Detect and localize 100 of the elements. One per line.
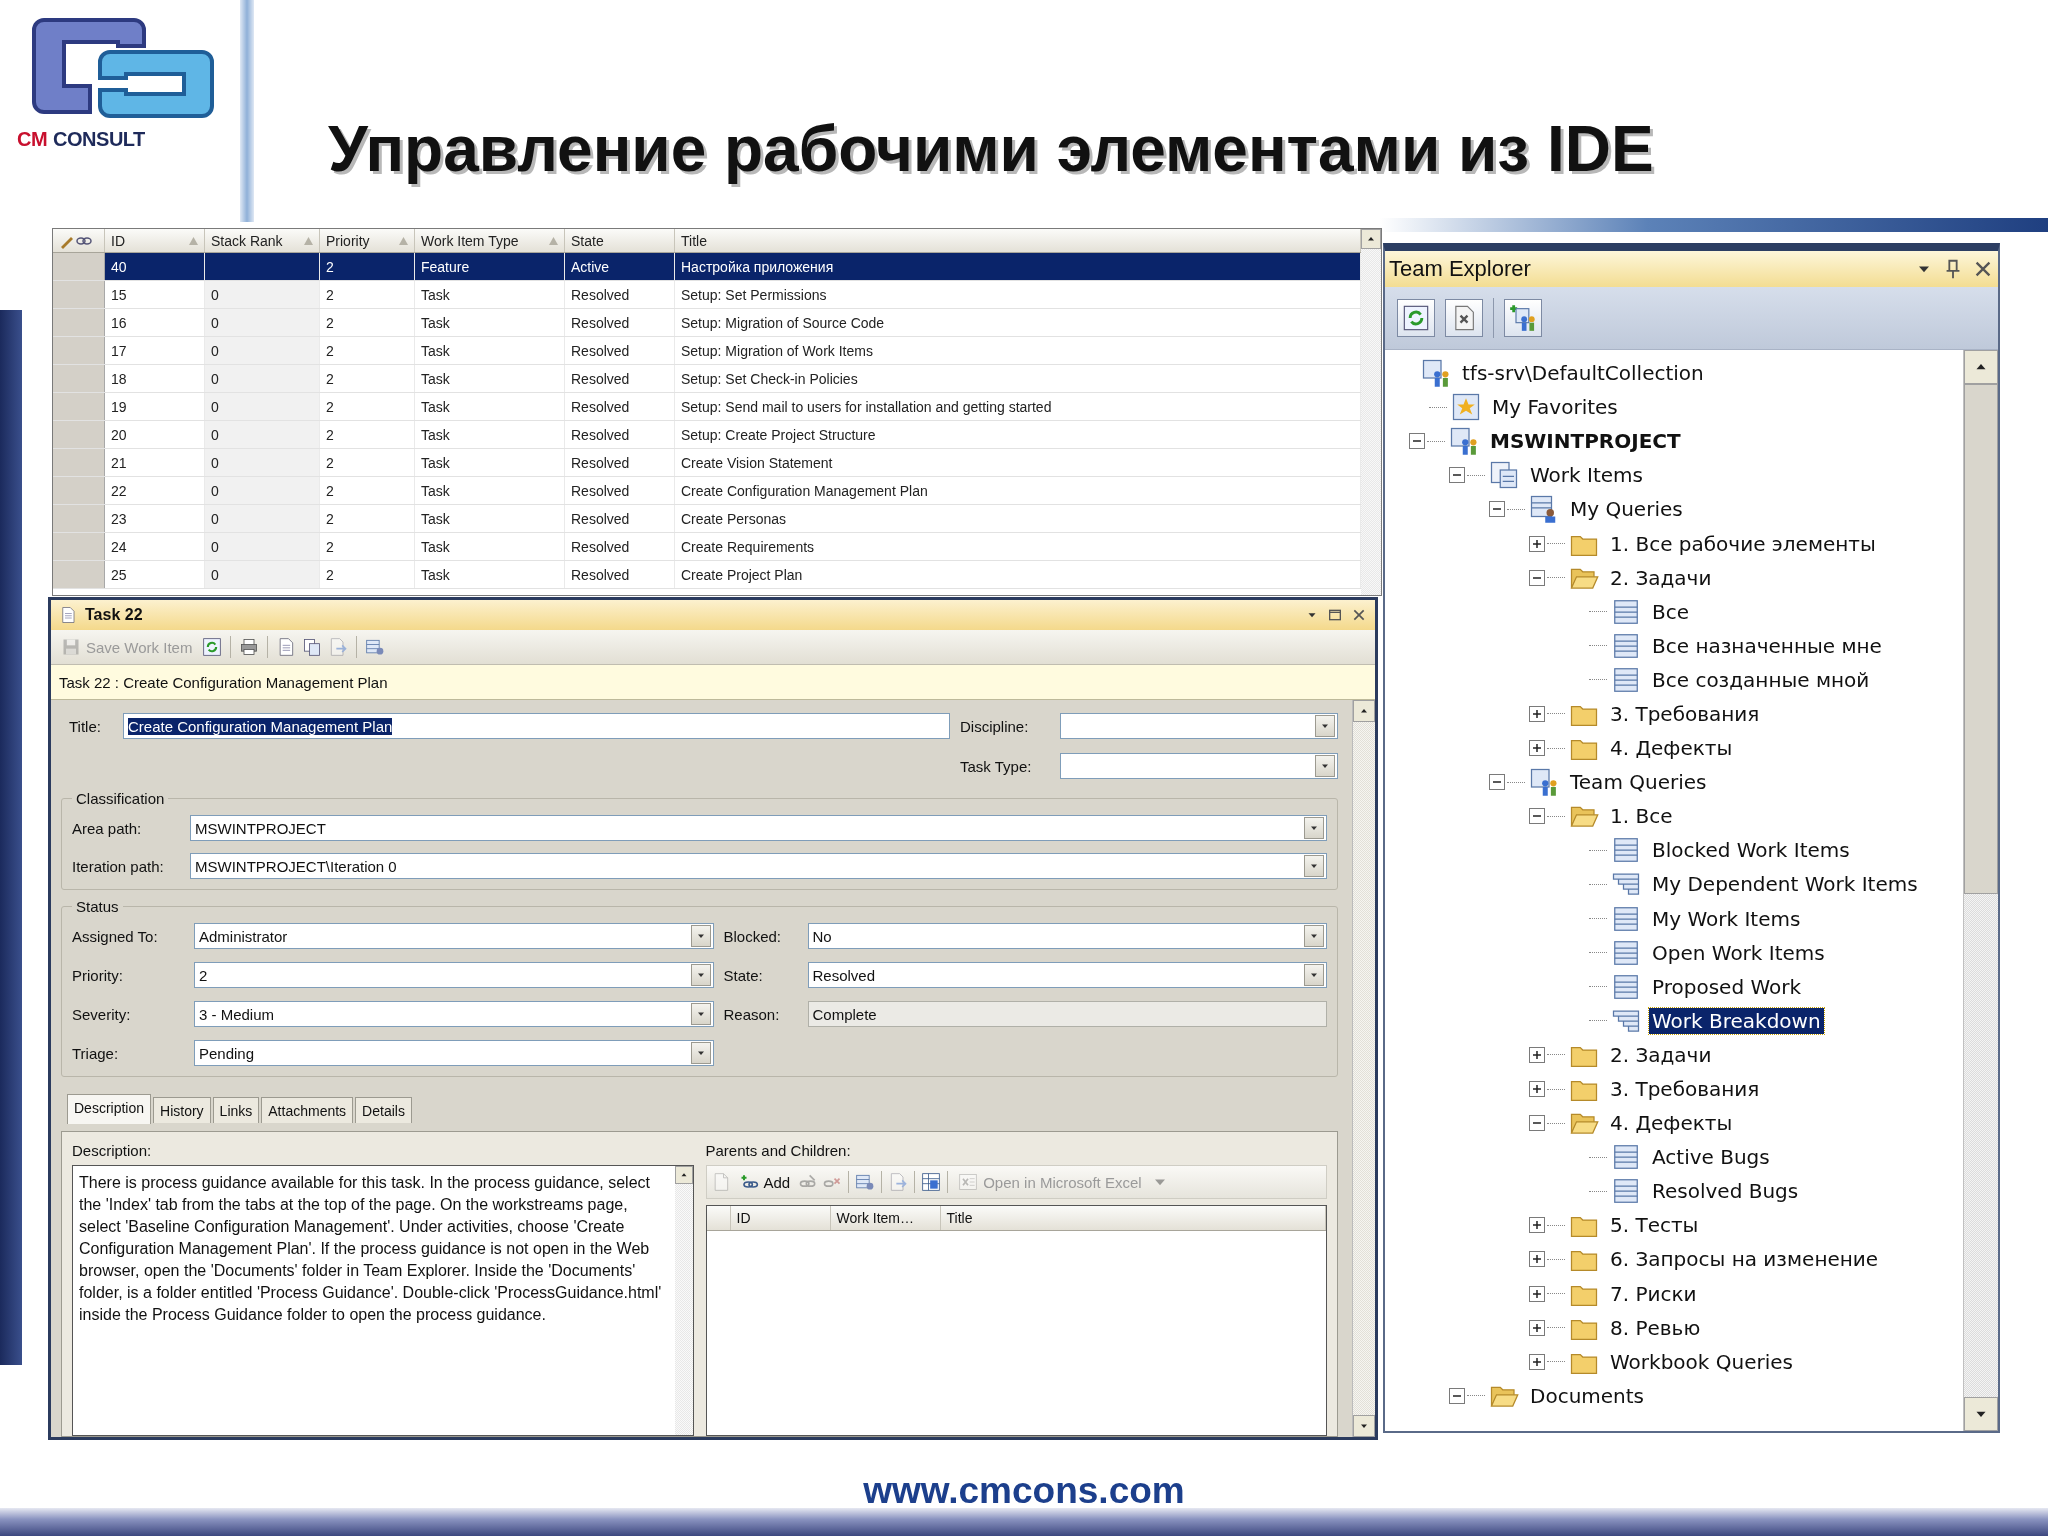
scrollbar[interactable] [1352,700,1375,1437]
tree-item[interactable]: My Work Items [1649,905,1804,932]
tree-item[interactable]: Proposed Work [1649,973,1805,1000]
tree-item[interactable]: Workbook Queries [1607,1348,1796,1375]
dropdown-field[interactable] [1060,753,1338,779]
tree-item[interactable]: 2. Задачи [1607,1041,1715,1068]
tree-item[interactable]: Blocked Work Items [1649,837,1853,864]
table-row[interactable]: 25 0 2 Task Resolved Create Project Plan [53,561,1361,589]
tree-item[interactable]: Все назначенные мне [1649,632,1885,659]
expand-toggle[interactable] [1489,501,1505,518]
tree-item[interactable]: Documents [1527,1382,1648,1409]
dropdown-field[interactable]: MSWINTPROJECT [190,815,1327,841]
scroll-up-button[interactable] [1361,229,1381,249]
grid-icon[interactable] [921,1172,942,1192]
expand-toggle[interactable] [1529,1285,1545,1302]
column-header[interactable]: Priority [320,229,415,252]
text-field[interactable]: Complete [807,1001,1327,1027]
expand-toggle[interactable] [1529,569,1545,586]
expand-toggle[interactable] [1529,1046,1545,1063]
table-row[interactable]: 22 0 2 Task Resolved Create Configuration Management Plan [53,477,1361,505]
scroll-up-button[interactable] [674,1166,693,1184]
tree-item[interactable]: Open Work Items [1649,939,1828,966]
expand-toggle[interactable] [1529,1319,1545,1336]
website-link[interactable]: www.cmcons.com [863,1470,1185,1512]
dropdown-field[interactable]: Pending [194,1040,714,1066]
text-field[interactable]: Create Configuration Management Plan [123,713,950,739]
tab[interactable]: Description [67,1094,152,1124]
tree-item[interactable]: Work Items [1527,462,1646,489]
scrollbar[interactable] [1963,350,1998,1431]
scroll-down-button[interactable] [1353,1415,1375,1437]
tree-item[interactable]: 6. Запросы на изменение [1607,1246,1882,1273]
tree-item[interactable]: Active Bugs [1649,1144,1773,1171]
tree-item[interactable]: 3. Требования [1607,1076,1763,1102]
dropdown-field[interactable]: Resolved [807,962,1327,988]
dropdown-field[interactable] [1060,713,1338,739]
expand-toggle[interactable] [1529,535,1545,552]
list-icon[interactable] [365,637,386,657]
tree-item[interactable]: Work Breakdown [1649,1007,1824,1034]
refresh-icon[interactable] [202,637,223,657]
table-row[interactable]: 15 0 2 Task Resolved Setup: Set Permissions [53,281,1361,309]
tree-item[interactable]: Resolved Bugs [1649,1178,1802,1205]
dropdown-field[interactable]: Administrator [194,923,714,949]
tab[interactable]: Attachments [261,1097,354,1123]
expand-toggle[interactable] [1529,1081,1545,1097]
description-field[interactable] [72,1165,694,1436]
expand-toggle[interactable] [1449,467,1465,484]
people-add-button[interactable] [1504,299,1542,337]
tab[interactable]: History [153,1097,211,1123]
column-header[interactable]: ID [105,229,205,252]
expand-toggle[interactable] [1529,808,1545,825]
table-row[interactable]: 21 0 2 Task Resolved Create Vision Statement [53,449,1361,477]
list-icon[interactable] [855,1172,876,1192]
column-header[interactable]: Work Item… [830,1206,941,1230]
table-row[interactable]: 16 0 2 Task Resolved Setup: Migration of Source Code [53,309,1361,337]
expand-toggle[interactable] [1529,1251,1545,1268]
dropdown-field[interactable]: 3 - Medium [194,1001,714,1027]
refresh-button[interactable] [1397,299,1435,337]
table-row[interactable]: 18 0 2 Task Resolved Setup: Set Check-in Policies [53,365,1361,393]
column-header[interactable]: State [565,229,675,252]
expand-toggle[interactable] [1529,740,1545,757]
tree-item[interactable]: 5. Тесты [1607,1212,1702,1239]
tree-item[interactable]: 4. Дефекты [1607,735,1736,762]
tree-item[interactable]: tfs-srv\DefaultCollection [1459,360,1707,387]
expand-toggle[interactable] [1409,433,1425,450]
dropdown-field[interactable]: MSWINTPROJECT\Iteration 0 [190,853,1327,879]
table-row[interactable]: 40 2 Feature Active Настройка приложения [53,253,1361,281]
expand-toggle[interactable] [1489,774,1505,791]
expand-toggle[interactable] [1529,1115,1545,1132]
tree-item[interactable]: Все [1649,598,1693,625]
tree-item[interactable]: MSWINTPROJECT [1487,428,1684,455]
tree-item[interactable]: Team Queries [1567,769,1710,796]
dropdown-field[interactable]: 2 [194,962,714,988]
stop-button[interactable] [1445,299,1483,337]
column-header[interactable]: Work Item Type [415,229,565,252]
expand-toggle[interactable] [1529,1217,1545,1234]
table-row[interactable]: 23 0 2 Task Resolved Create Personas [53,505,1361,533]
tree-item[interactable]: 4. Дефекты [1607,1110,1736,1137]
expand-toggle[interactable] [1529,1353,1545,1370]
toolbar-button[interactable]: Add [734,1170,795,1194]
tree-item[interactable]: 1. Все [1607,803,1676,830]
tree-item[interactable]: My Favorites [1489,394,1621,421]
scrollbar[interactable] [1361,229,1381,595]
column-header[interactable]: ID [730,1206,831,1230]
close-icon[interactable] [1351,607,1367,623]
column-header[interactable]: Stack Rank [205,229,320,252]
tree-item[interactable]: 8. Ревью [1607,1314,1704,1341]
tab[interactable]: Links [212,1097,260,1123]
tree-item[interactable]: 3. Требования [1607,701,1763,727]
table-row[interactable]: 17 0 2 Task Resolved Setup: Migration of Work Items [53,337,1361,365]
table-row[interactable]: 20 0 2 Task Resolved Setup: Create Project Structure [53,421,1361,449]
expand-toggle[interactable] [1449,1387,1465,1404]
dropdown-field[interactable]: No [807,923,1327,949]
column-header[interactable]: Title [940,1206,1326,1230]
table-row[interactable]: 19 0 2 Task Resolved Setup: Send mail to users for installation and getting started [53,393,1361,421]
tree-item[interactable]: My Dependent Work Items [1649,871,1921,898]
scroll-up-button[interactable] [1353,700,1375,722]
expand-toggle[interactable] [1529,706,1545,722]
printer-icon[interactable] [239,637,260,657]
tree-item[interactable]: 1. Все рабочие элементы [1607,530,1879,557]
tree-item[interactable]: 7. Риски [1607,1280,1700,1307]
